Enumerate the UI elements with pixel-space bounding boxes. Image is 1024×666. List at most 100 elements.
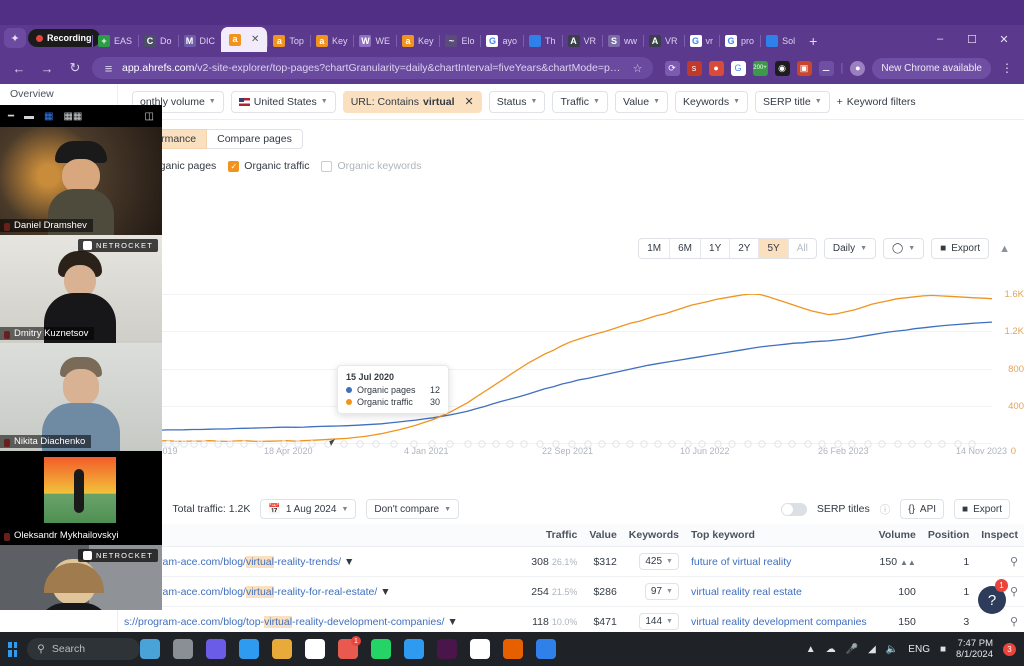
windows-logo-icon[interactable] bbox=[8, 642, 17, 657]
col-header-value[interactable]: Value bbox=[583, 524, 622, 547]
browser-tab[interactable]: +EAS bbox=[92, 30, 138, 52]
grid-view-icon[interactable]: ▦▦ bbox=[63, 111, 82, 122]
store-icon[interactable] bbox=[272, 639, 292, 659]
paint-icon[interactable] bbox=[140, 639, 160, 659]
chevron-down-icon[interactable]: ▼ bbox=[447, 616, 457, 628]
notification-badge[interactable]: 3 bbox=[1003, 643, 1016, 656]
top-keyword-link[interactable]: virtual reality real estate bbox=[691, 586, 802, 598]
cell-keywords[interactable]: 144▼ bbox=[623, 607, 685, 633]
filter-traffic[interactable]: Traffic▼ bbox=[552, 91, 608, 113]
browser-tab[interactable]: Gpro bbox=[719, 30, 760, 52]
browser-tab[interactable]: Sol bbox=[760, 30, 801, 52]
single-view-icon[interactable]: ▬ bbox=[24, 111, 34, 122]
tab-close-icon[interactable]: ✕ bbox=[251, 34, 259, 45]
firefox-icon[interactable] bbox=[503, 639, 523, 659]
col-header-volume[interactable]: Volume bbox=[873, 524, 922, 547]
browser-tab[interactable]: AVR bbox=[562, 30, 603, 52]
browser-tab[interactable]: AVR bbox=[643, 30, 684, 52]
extension-seo-icon[interactable]: s bbox=[687, 61, 702, 76]
browser-tab[interactable]: aKey bbox=[396, 30, 440, 52]
language-indicator[interactable]: ENG bbox=[908, 644, 930, 655]
cell-keywords[interactable]: 425▼ bbox=[623, 547, 685, 577]
participant-tile[interactable]: Oleksandr Mykhailovskyi bbox=[0, 451, 162, 545]
serp-titles-toggle[interactable] bbox=[781, 503, 807, 516]
search-icon[interactable]: ⚲ bbox=[1010, 616, 1018, 628]
cell-top-keyword[interactable]: virtual reality development companies bbox=[685, 607, 873, 633]
range-All[interactable]: All bbox=[789, 239, 816, 258]
slack-icon[interactable] bbox=[437, 639, 457, 659]
range-2Y[interactable]: 2Y bbox=[730, 239, 759, 258]
photos-icon[interactable]: 1 bbox=[338, 639, 358, 659]
browser-tab[interactable]: MDIC bbox=[178, 30, 222, 52]
cloud-icon[interactable]: ☁ bbox=[826, 644, 836, 655]
cell-url[interactable]: s://program-ace.com/blog/virtual-reality… bbox=[118, 547, 525, 577]
avatar[interactable]: ● bbox=[850, 61, 865, 76]
file-explorer-icon[interactable] bbox=[173, 639, 193, 659]
chrome-icon[interactable] bbox=[305, 639, 325, 659]
chevron-down-icon[interactable]: ▼ bbox=[380, 586, 390, 598]
sidebar-item-overview[interactable]: Overview bbox=[0, 84, 117, 104]
minimize-button[interactable]: – bbox=[924, 29, 956, 49]
checkbox-icon[interactable]: ✓ bbox=[228, 161, 239, 172]
cell-top-keyword[interactable]: future of virtual reality bbox=[685, 547, 873, 577]
api-button[interactable]: {} API bbox=[900, 499, 944, 519]
participant-tile[interactable]: Daniel Dramshev bbox=[0, 127, 162, 235]
col-header-top-keyword[interactable]: Top keyword bbox=[685, 524, 873, 547]
top-keyword-link[interactable]: future of virtual reality bbox=[691, 556, 791, 568]
chart-tab-compare-pages[interactable]: Compare pages bbox=[207, 129, 303, 149]
chevron-up-icon[interactable]: ▲ bbox=[996, 243, 1010, 255]
back-arrow-icon[interactable]: ← bbox=[8, 57, 30, 79]
chevron-up-icon[interactable]: ▲ bbox=[806, 644, 816, 655]
extension-counter-icon[interactable]: 200+ bbox=[753, 61, 768, 76]
extension-sync-icon[interactable]: ⟳ bbox=[665, 61, 680, 76]
search-icon[interactable]: ⚲ bbox=[1010, 556, 1018, 568]
table-row[interactable]: s://program-ace.com/blog/top-virtual-rea… bbox=[118, 607, 1024, 633]
browser-tab[interactable]: a✕ bbox=[221, 27, 267, 52]
volume-icon[interactable]: 🔈 bbox=[886, 644, 898, 655]
telegram-icon[interactable] bbox=[404, 639, 424, 659]
participant-tile[interactable]: Nikita Diachenko bbox=[0, 343, 162, 451]
col-header-traffic[interactable]: Traffic bbox=[525, 524, 583, 547]
wifi-icon[interactable]: ◢ bbox=[868, 644, 876, 655]
browser-tab[interactable]: Gvr bbox=[684, 30, 720, 52]
participant-tile[interactable]: NETROCKETDmitry Kuznetsov bbox=[0, 235, 162, 343]
keywords-badge[interactable]: 425▼ bbox=[639, 553, 679, 570]
cell-keywords[interactable]: 97▼ bbox=[623, 577, 685, 607]
browser-tab[interactable]: Th bbox=[523, 30, 562, 52]
split-view-icon[interactable]: ▦ bbox=[44, 111, 53, 122]
table-export-button[interactable]: ■ Export bbox=[954, 499, 1010, 519]
taskbar-clock[interactable]: 7:47 PM 8/1/2024 bbox=[956, 638, 993, 660]
page-url[interactable]: s://program-ace.com/blog/top-virtual-rea… bbox=[124, 616, 444, 628]
browser-tab[interactable]: Sww bbox=[602, 30, 643, 52]
chevron-down-icon[interactable]: ▼ bbox=[344, 556, 354, 568]
cell-url[interactable]: s://program-ace.com/blog/top-virtual-rea… bbox=[118, 607, 525, 633]
extension-google-icon[interactable]: G bbox=[731, 61, 746, 76]
whatsapp-icon[interactable] bbox=[371, 639, 391, 659]
browser-tab[interactable]: aTop bbox=[267, 30, 310, 52]
browser-tab[interactable]: CDo bbox=[138, 30, 178, 52]
cell-inspect[interactable]: ⚲ bbox=[975, 547, 1024, 577]
browser-tab[interactable]: aKey bbox=[310, 30, 354, 52]
top-keyword-link[interactable]: virtual reality development companies bbox=[691, 616, 867, 628]
chrome2-icon[interactable] bbox=[470, 639, 490, 659]
chart-export-button[interactable]: ■Export bbox=[931, 238, 989, 259]
browser-tab[interactable]: Gayo bbox=[480, 30, 523, 52]
extension-red-icon[interactable]: ▣ bbox=[797, 61, 812, 76]
extension-puzzle2-icon[interactable]: ⚊ bbox=[819, 61, 834, 76]
mic-icon[interactable]: 🎤 bbox=[846, 644, 858, 655]
chrome-menu-kebab-icon[interactable]: ⋮ bbox=[998, 61, 1016, 75]
keywords-badge[interactable]: 144▼ bbox=[639, 613, 679, 630]
zoom-icon[interactable] bbox=[536, 639, 556, 659]
close-icon[interactable]: ✕ bbox=[465, 95, 474, 108]
checkbox-icon[interactable] bbox=[321, 161, 332, 172]
reload-icon[interactable]: ↻ bbox=[64, 57, 86, 79]
legend-organic-keywords[interactable]: Organic keywords bbox=[321, 160, 421, 172]
new-chrome-available-button[interactable]: New Chrome available bbox=[872, 58, 991, 79]
keywords-badge[interactable]: 97▼ bbox=[645, 583, 679, 600]
legend-organic-traffic[interactable]: ✓Organic traffic bbox=[228, 160, 309, 172]
info-icon[interactable]: ⓘ bbox=[880, 502, 891, 517]
search-icon[interactable]: ⚲ bbox=[1010, 586, 1018, 598]
compare-dropdown[interactable]: Don't compare ▼ bbox=[366, 499, 459, 519]
range-1M[interactable]: 1M bbox=[639, 239, 670, 258]
bookmark-star-icon[interactable]: ☆ bbox=[633, 62, 643, 75]
